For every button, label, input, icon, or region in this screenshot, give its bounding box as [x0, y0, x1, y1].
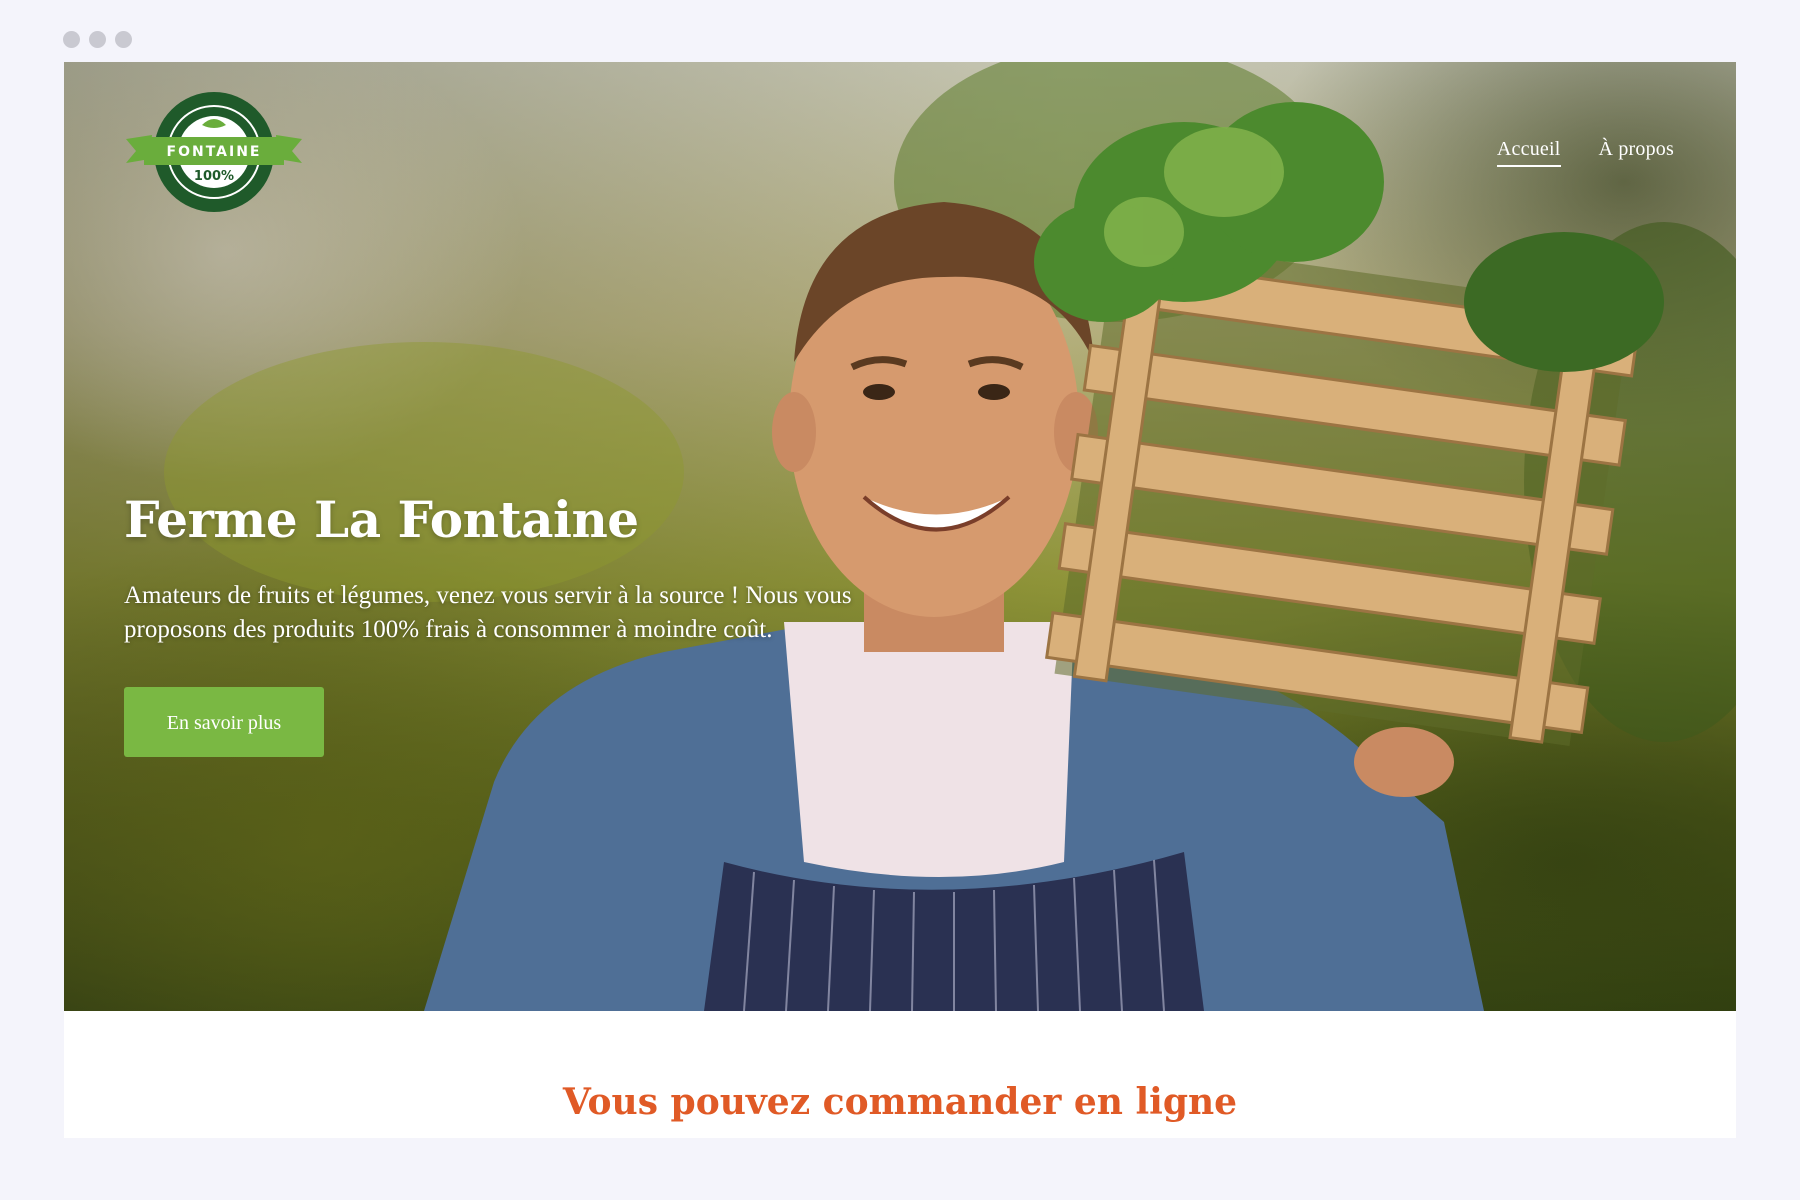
- hero-description: Amateurs de fruits et légumes, venez vou…: [124, 582, 852, 643]
- window-dot-maximize[interactable]: [115, 31, 132, 48]
- order-online-heading: Vous pouvez commander en ligne: [562, 1081, 1238, 1123]
- fontaine-logo[interactable]: FONTAINE 100%: [124, 87, 304, 217]
- nav-link-accueil[interactable]: Accueil: [1496, 138, 1561, 167]
- window-dot-close[interactable]: [63, 31, 80, 48]
- nav-link-a-propos[interactable]: À propos: [1599, 138, 1675, 167]
- hero-content: Ferme La Fontaine Amateurs de fruits et …: [124, 490, 954, 757]
- main-nav: Accueil À propos: [1496, 138, 1675, 167]
- browser-viewport: FONTAINE 100% Accueil À propos Ferme La …: [64, 62, 1736, 1138]
- hero-section: FONTAINE 100% Accueil À propos Ferme La …: [64, 62, 1736, 1011]
- window-dot-minimize[interactable]: [89, 31, 106, 48]
- learn-more-button[interactable]: En savoir plus: [124, 687, 324, 757]
- logo-brand-text: FONTAINE: [167, 144, 262, 160]
- window-controls: [63, 31, 132, 48]
- logo-badge-text: 100%: [194, 169, 234, 184]
- hero-title: Ferme La Fontaine: [124, 490, 639, 549]
